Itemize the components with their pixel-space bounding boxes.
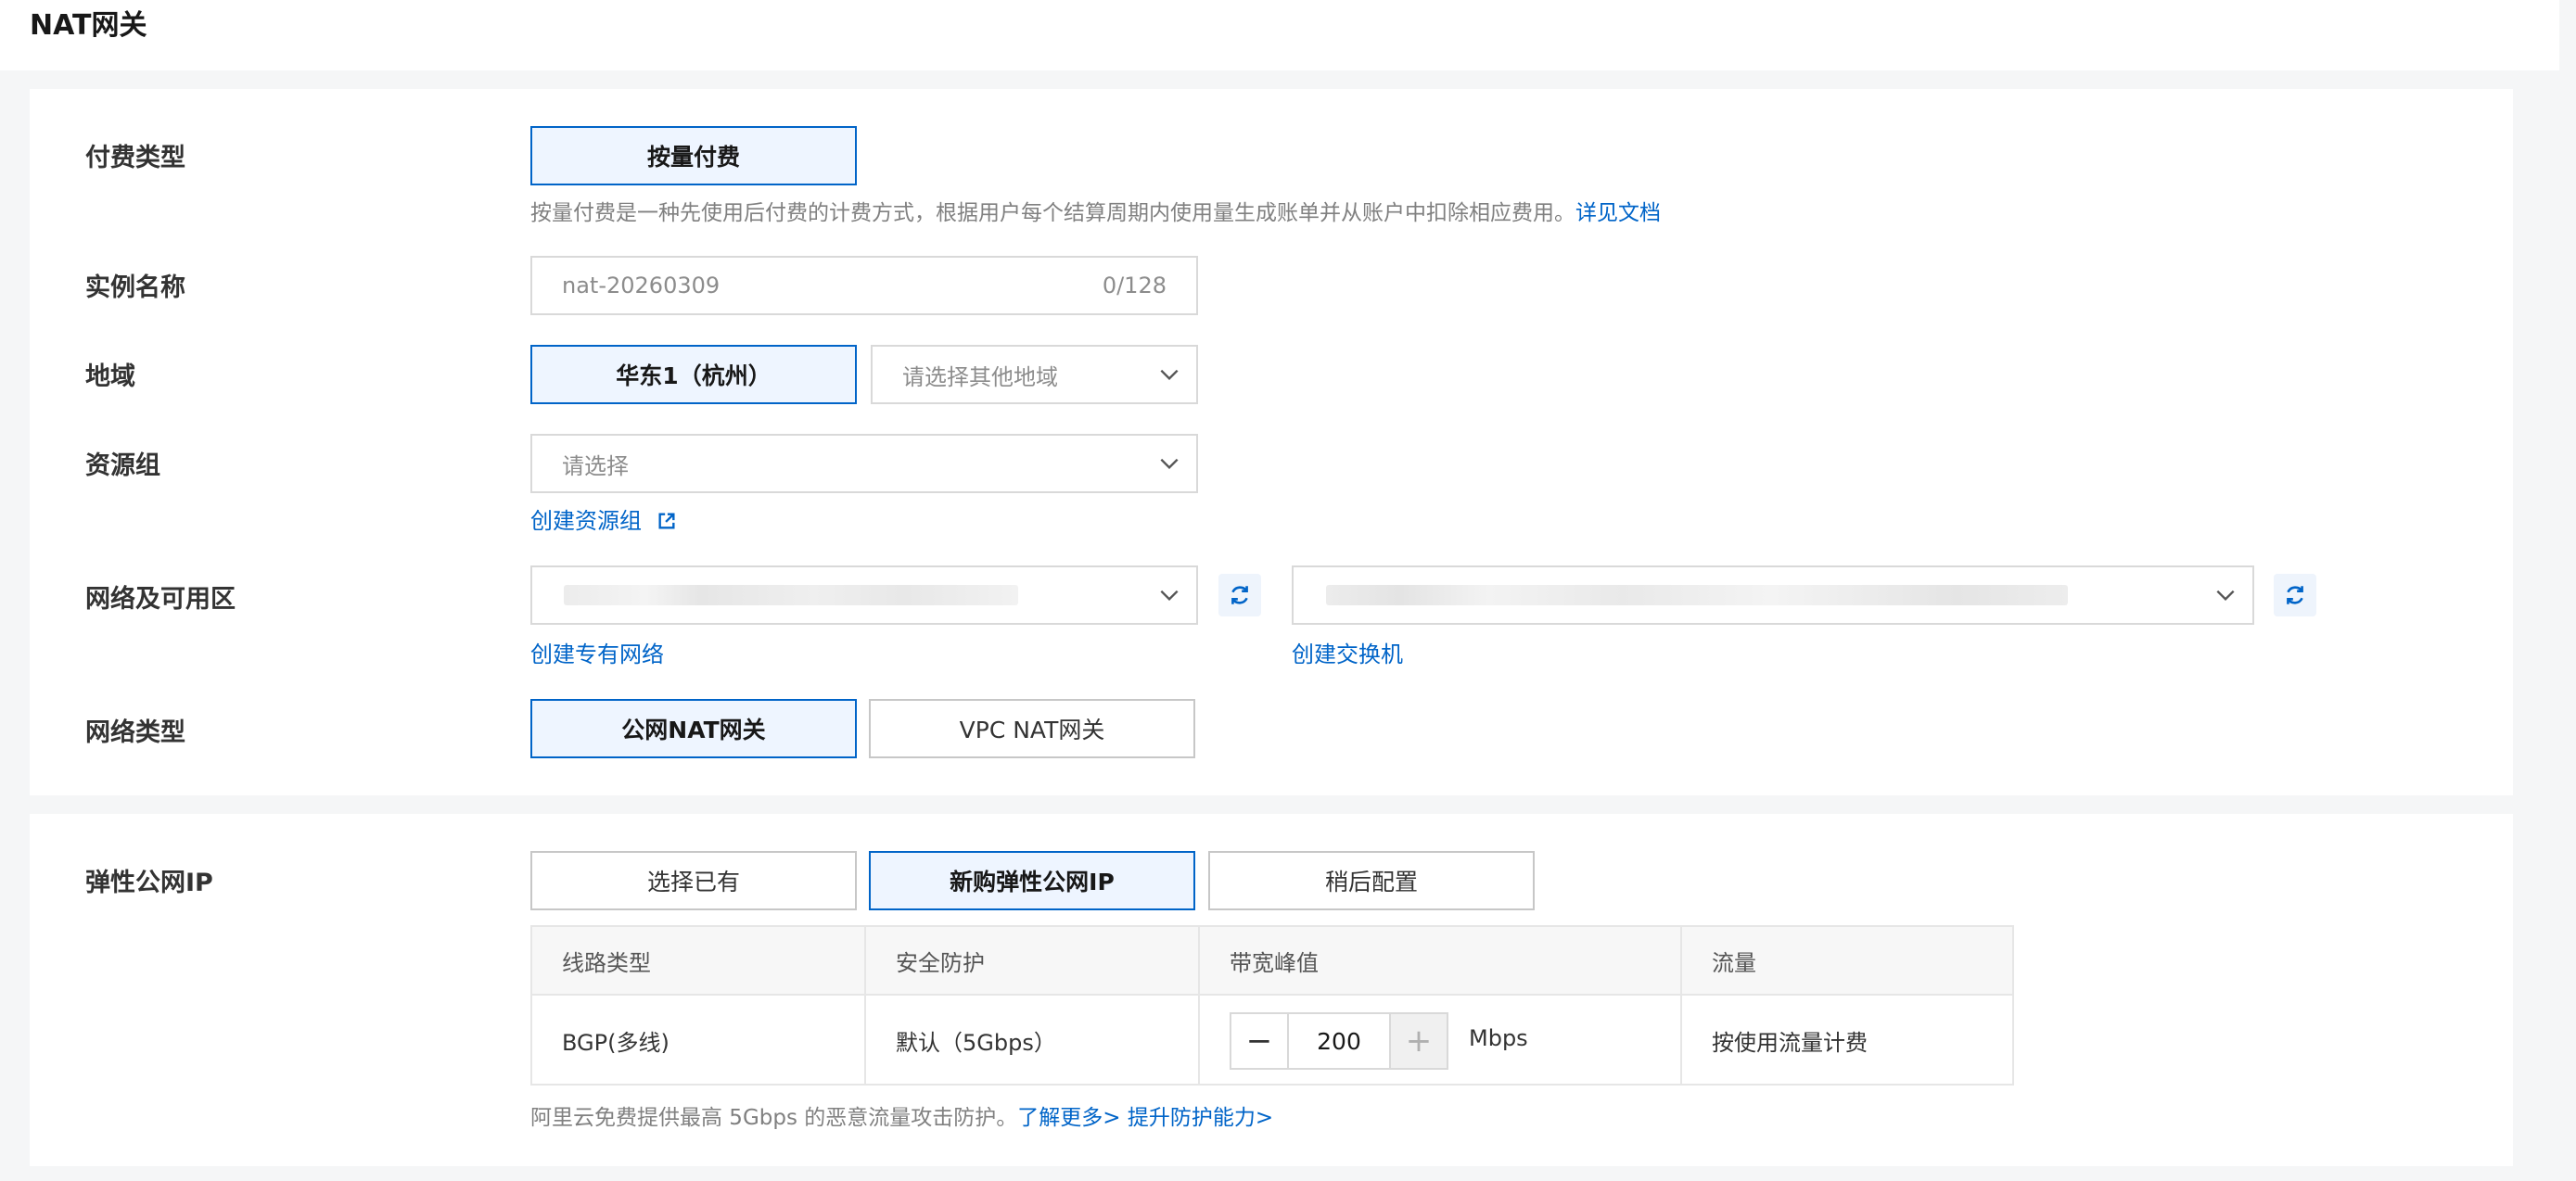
bandwidth-value[interactable]: 200: [1289, 1014, 1389, 1068]
billing-doc-link[interactable]: 详见文档: [1575, 201, 1661, 225]
cell-line-type: BGP(多线): [562, 1030, 670, 1056]
network-type-public-nat[interactable]: 公网NAT网关: [530, 699, 857, 758]
refresh-icon: [1231, 586, 1248, 604]
vswitch-redacted-value: [1326, 585, 2068, 605]
learn-more-link[interactable]: 了解更多>: [1017, 1106, 1120, 1130]
top-bar: NAT网关: [0, 0, 2559, 70]
instance-name-counter: 0/128: [1102, 273, 1167, 298]
region-other-select[interactable]: 请选择其他地域: [871, 345, 1198, 404]
chevron-down-icon: [1160, 369, 1179, 381]
eip-protection-note: 阿里云免费提供最高 5Gbps 的恶意流量攻击防护。了解更多> 提升防护能力>: [530, 1099, 1273, 1131]
resource-group-select[interactable]: 请选择: [530, 434, 1198, 493]
header-bandwidth: 带宽峰值: [1230, 949, 1319, 976]
header-protection: 安全防护: [896, 949, 985, 976]
header-traffic: 流量: [1712, 949, 1756, 976]
external-link-icon: [658, 513, 675, 529]
cell-traffic: 按使用流量计费: [1712, 1030, 1868, 1056]
page-title: NAT网关: [30, 9, 147, 42]
eip-option-select-existing[interactable]: 选择已有: [530, 851, 857, 910]
billing-hint-text: 按量付费是一种先使用后付费的计费方式，根据用户每个结算周期内使用量生成账单并从账…: [530, 201, 1575, 225]
instance-name-label: 实例名称: [85, 273, 185, 302]
vpc-redacted-value: [564, 585, 1018, 605]
bandwidth-decrement-button[interactable]: −: [1231, 1014, 1289, 1068]
eip-note-text: 阿里云免费提供最高 5Gbps 的恶意流量攻击防护。: [530, 1106, 1018, 1130]
billing-hint: 按量付费是一种先使用后付费的计费方式，根据用户每个结算周期内使用量生成账单并从账…: [530, 195, 1661, 226]
upgrade-protection-link[interactable]: 提升防护能力>: [1128, 1106, 1273, 1130]
network-type-vpc-nat[interactable]: VPC NAT网关: [869, 699, 1195, 758]
cell-bandwidth: − 200 + Mbps: [1200, 996, 1680, 1086]
header-line-type: 线路类型: [562, 949, 651, 976]
resource-group-placeholder: 请选择: [562, 452, 629, 479]
region-option-hangzhou[interactable]: 华东1（杭州）: [530, 345, 857, 404]
resource-group-label: 资源组: [85, 451, 160, 480]
instance-name-input[interactable]: nat-20260309 0/128: [530, 256, 1198, 315]
chevron-down-icon: [1160, 458, 1179, 470]
chevron-down-icon: [2216, 590, 2235, 602]
bandwidth-unit: Mbps: [1469, 1025, 1528, 1051]
eip-label: 弹性公网IP: [85, 869, 213, 897]
region-other-placeholder: 请选择其他地域: [902, 363, 1058, 390]
network-type-label: 网络类型: [85, 718, 185, 747]
create-resource-group-text: 创建资源组: [530, 508, 642, 534]
chevron-down-icon: [1160, 590, 1179, 602]
eip-config-table: 线路类型 安全防护 带宽峰值 流量 BGP(多线) 默认（5Gbps） 按使用流…: [530, 925, 2014, 1086]
billing-option-pay-as-you-go[interactable]: 按量付费: [530, 126, 857, 185]
billing-type-label: 付费类型: [85, 144, 185, 172]
eip-option-buy-new[interactable]: 新购弹性公网IP: [869, 851, 1195, 910]
create-resource-group-link[interactable]: 创建资源组: [530, 502, 677, 535]
create-vpc-link[interactable]: 创建专有网络: [530, 636, 664, 668]
instance-name-placeholder: nat-20260309: [562, 273, 721, 298]
network-zone-label: 网络及可用区: [85, 585, 236, 614]
eip-table-header: 线路类型 安全防护 带宽峰值 流量: [532, 927, 2012, 996]
vpc-refresh-button[interactable]: [1218, 574, 1261, 616]
region-label: 地域: [85, 362, 135, 391]
bandwidth-stepper[interactable]: − 200 +: [1230, 1012, 1448, 1070]
vswitch-refresh-button[interactable]: [2274, 574, 2316, 616]
eip-option-configure-later[interactable]: 稍后配置: [1208, 851, 1535, 910]
eip-config-panel: 弹性公网IP 选择已有 新购弹性公网IP 稍后配置 线路类型 安全防护 带宽峰值…: [30, 814, 2513, 1166]
bandwidth-increment-button[interactable]: +: [1389, 1014, 1447, 1068]
basic-config-panel: 付费类型 按量付费 按量付费是一种先使用后付费的计费方式，根据用户每个结算周期内…: [30, 89, 2513, 795]
create-vswitch-link[interactable]: 创建交换机: [1292, 636, 1403, 668]
cell-protection: 默认（5Gbps）: [896, 1030, 1056, 1056]
refresh-icon: [2287, 586, 2303, 604]
